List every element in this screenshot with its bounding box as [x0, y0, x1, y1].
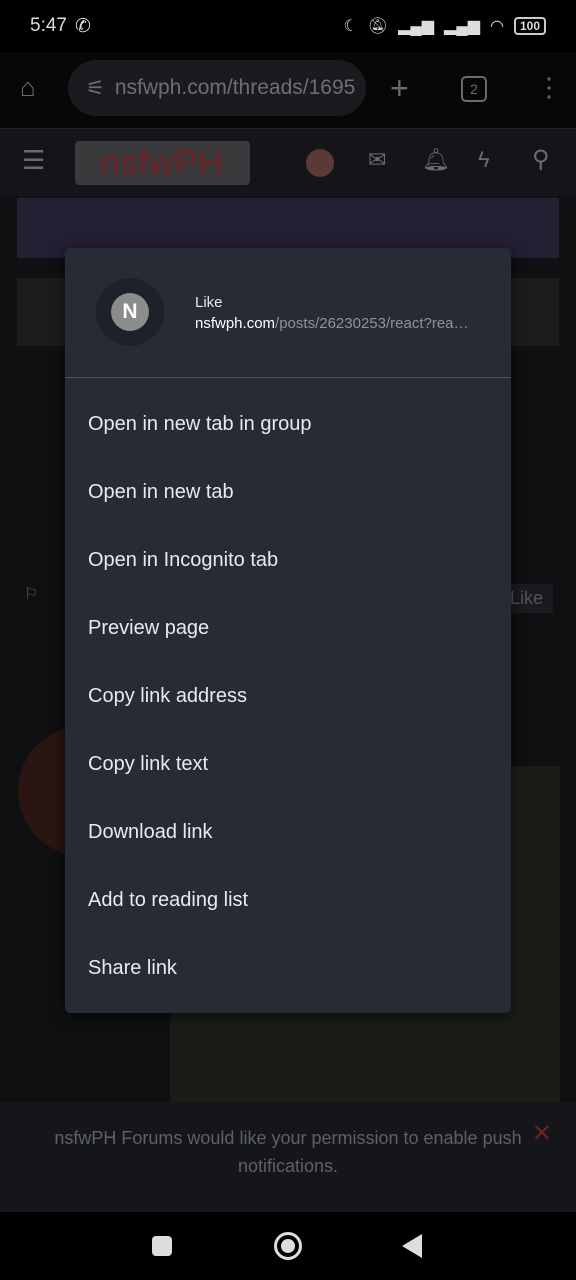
lightning-icon[interactable]: ϟ: [478, 147, 490, 173]
menu-item-share-link[interactable]: Share link: [65, 934, 511, 1002]
home-button[interactable]: [274, 1232, 302, 1260]
menu-item-open-in-new-tab-in-group[interactable]: Open in new tab in group: [65, 390, 511, 458]
context-menu-header: N Like nsfwph.com/posts/26230253/react?r…: [65, 248, 511, 378]
favicon-frame: N: [96, 278, 164, 346]
close-icon[interactable]: ✕: [532, 1120, 552, 1148]
menu-item-copy-link-text[interactable]: Copy link text: [65, 730, 511, 798]
moon-icon: ☾: [343, 18, 358, 35]
menu-item-copy-link-address[interactable]: Copy link address: [65, 662, 511, 730]
push-notification-prompt: nsfwPH Forums would like your permission…: [0, 1102, 576, 1212]
site-settings-icon[interactable]: ⚟: [86, 76, 105, 101]
mute-icon: 🔕︎: [367, 18, 389, 35]
link-context-menu: N Like nsfwph.com/posts/26230253/react?r…: [65, 248, 511, 1013]
address-bar[interactable]: ⚟ nsfwph.com/threads/1695: [68, 60, 366, 116]
menu-item-open-in-new-tab[interactable]: Open in new tab: [65, 458, 511, 526]
hamburger-menu-icon[interactable]: ☰: [22, 145, 45, 176]
site-header: ☰ nsfwPH ✉ 🔔︎ ϟ ⚲: [0, 128, 576, 196]
link-path: /posts/26230253/react?rea…: [275, 315, 469, 332]
menu-item-open-in-incognito-tab[interactable]: Open in Incognito tab: [65, 526, 511, 594]
more-icon[interactable]: ⋮: [536, 72, 562, 103]
link-title: Like: [195, 294, 223, 311]
site-logo[interactable]: nsfwPH: [75, 141, 250, 185]
new-tab-icon[interactable]: +: [390, 70, 409, 107]
battery-icon: 100: [513, 17, 546, 35]
link-domain: nsfwph.com: [195, 315, 276, 332]
menu-item-download-link[interactable]: Download link: [65, 798, 511, 866]
url-text: nsfwph.com/threads/1695: [114, 76, 356, 99]
time: 5:47: [30, 15, 67, 36]
browser-toolbar: ⌂ ⚟ nsfwph.com/threads/1695 + 2 ⋮: [0, 52, 576, 128]
home-icon[interactable]: ⌂: [20, 72, 36, 103]
notification-text: nsfwPH Forums would like your permission…: [54, 1128, 522, 1176]
tab-switcher-button[interactable]: 2: [461, 76, 487, 102]
system-nav-bar: [0, 1212, 576, 1280]
search-icon[interactable]: ⚲: [532, 145, 550, 174]
status-bar: 5:47 ✆ ☾ 🔕︎ ▂▄▆ ▂▄▆ ◠ 100: [0, 0, 576, 52]
wifi-icon: ◠: [490, 18, 504, 35]
favicon: N: [111, 293, 149, 331]
signal-icon: ▂▄▆: [444, 18, 480, 35]
avatar[interactable]: [306, 149, 334, 177]
menu-item-preview-page[interactable]: Preview page: [65, 594, 511, 662]
signal-icon: ▂▄▆: [398, 18, 435, 35]
menu-item-add-to-reading-list[interactable]: Add to reading list: [65, 866, 511, 934]
link-url: nsfwph.com/posts/26230253/react?rea…: [195, 315, 469, 332]
recents-button[interactable]: [152, 1236, 172, 1256]
bell-icon[interactable]: 🔔︎: [422, 147, 450, 173]
mail-icon[interactable]: ✉: [368, 147, 386, 173]
back-button[interactable]: [402, 1234, 422, 1258]
viber-icon: ✆: [74, 15, 91, 37]
flag-icon[interactable]: ⚐: [24, 584, 38, 604]
